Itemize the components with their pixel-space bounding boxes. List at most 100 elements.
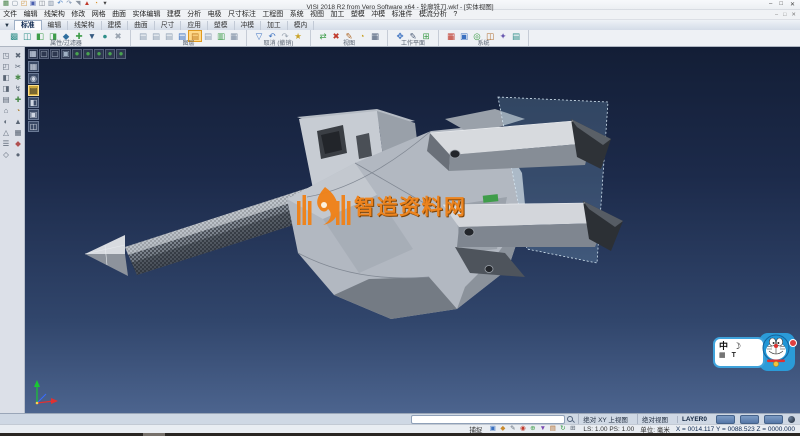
- ime-fullhalf-icon[interactable]: ☽: [733, 341, 741, 351]
- menu-item-系统[interactable]: 系统: [287, 10, 307, 19]
- ribbon-tab-尺寸[interactable]: 尺寸: [155, 21, 182, 31]
- layer-icon[interactable]: ▤: [163, 31, 175, 41]
- ime-mode-indicator[interactable]: 中: [719, 341, 728, 351]
- layer-blue-icon[interactable]: ▤: [176, 31, 188, 41]
- menu-item-曲面[interactable]: 曲面: [109, 10, 129, 19]
- view-top-icon[interactable]: ●: [83, 49, 93, 59]
- palette-list-icon[interactable]: ☰: [1, 139, 12, 149]
- snap-vertex-icon[interactable]: ▼: [538, 425, 547, 433]
- ribbon-tab-应用[interactable]: 应用: [181, 21, 208, 31]
- menu-item-模流分析[interactable]: 模流分析: [416, 10, 450, 19]
- workplane-move-icon[interactable]: ✥: [394, 31, 406, 41]
- recent-icon[interactable]: ◔: [92, 1, 100, 9]
- menu-item-工程图[interactable]: 工程图: [259, 10, 286, 19]
- status-button-3[interactable]: [764, 415, 783, 424]
- snap-intersection-icon[interactable]: ⊕: [528, 425, 537, 433]
- filter-solid-icon[interactable]: ◧: [34, 31, 46, 41]
- layer-green-icon[interactable]: ▥: [215, 31, 227, 41]
- more-icon[interactable]: ▾: [101, 1, 109, 9]
- system-window-icon[interactable]: ◫: [484, 31, 496, 41]
- strip-target-icon[interactable]: ◉: [28, 73, 39, 84]
- filter-grid-icon[interactable]: ▩: [8, 31, 20, 41]
- strip-box-icon[interactable]: ▣: [28, 109, 39, 120]
- menu-item-修改[interactable]: 修改: [68, 10, 88, 19]
- layer-indicator[interactable]: LAYER0: [677, 416, 711, 423]
- palette-up-icon[interactable]: ▲: [13, 117, 24, 127]
- favorite-icon[interactable]: ★: [292, 31, 304, 41]
- palette-dot-icon[interactable]: ●: [13, 150, 24, 160]
- mdi-minimize-button[interactable]: –: [775, 12, 778, 18]
- mdi-close-button[interactable]: ✕: [791, 12, 796, 18]
- menu-item-标准件[interactable]: 标准件: [388, 10, 415, 19]
- palette-mesh-icon[interactable]: ▦: [13, 128, 24, 138]
- menu-item-视图[interactable]: 视图: [307, 10, 327, 19]
- ime-toolbar[interactable]: 中 ☽ ▦ T: [713, 331, 799, 375]
- close-button[interactable]: ✕: [790, 1, 795, 8]
- palette-tri-icon[interactable]: △: [1, 128, 12, 138]
- snap-point-icon[interactable]: ◆: [498, 425, 507, 433]
- filter-planes-icon[interactable]: ◫: [21, 31, 33, 41]
- search-input[interactable]: [411, 415, 565, 424]
- ribbon-tab-线架构[interactable]: 线架构: [68, 21, 101, 31]
- redo-icon[interactable]: ↷: [65, 1, 73, 9]
- grid-view-icon[interactable]: ▦: [369, 31, 381, 41]
- snap-quad-icon[interactable]: ⊞: [568, 425, 577, 433]
- view-blank2-icon[interactable]: ▢: [50, 49, 60, 59]
- filter-add-icon[interactable]: ✚: [73, 31, 85, 41]
- strip-pane-icon[interactable]: ◫: [28, 121, 39, 132]
- palette-shade-icon[interactable]: ◨: [1, 84, 12, 94]
- palette-star-icon[interactable]: ✱: [13, 73, 24, 83]
- system-star-icon[interactable]: ✦: [497, 31, 509, 41]
- filter-point-icon[interactable]: ◆: [60, 31, 72, 41]
- layer-active-icon[interactable]: ▤: [189, 31, 201, 41]
- palette-add-icon[interactable]: ✚: [13, 95, 24, 105]
- strip-grid-icon[interactable]: ▦: [28, 61, 39, 72]
- ribbon-tab-冲模[interactable]: 冲模: [235, 21, 262, 31]
- ribbon-tab-加工[interactable]: 加工: [261, 21, 288, 31]
- viewport-3d[interactable]: ▦▢▢▣●●●●● ▦◉▤◧▣◫: [25, 47, 800, 413]
- palette-diamond-icon[interactable]: ◇: [1, 150, 12, 160]
- ribbon-tab-塑模[interactable]: 塑模: [208, 21, 235, 31]
- filter-surface-icon[interactable]: ◨: [47, 31, 59, 41]
- search-icon[interactable]: [567, 416, 573, 422]
- menu-item-加工[interactable]: 加工: [327, 10, 347, 19]
- print-icon[interactable]: ◫: [38, 1, 46, 9]
- strip-active-icon[interactable]: ▤: [28, 85, 39, 96]
- view-indicator[interactable]: 绝对视图: [637, 414, 672, 424]
- palette-clock-icon[interactable]: ◔: [13, 106, 24, 116]
- menu-item-建模[interactable]: 建模: [164, 10, 184, 19]
- snap-face-icon[interactable]: ▤: [548, 425, 557, 433]
- snap-rotate-icon[interactable]: ↻: [558, 425, 567, 433]
- system-screen-icon[interactable]: ▣: [458, 31, 470, 41]
- system-target-icon[interactable]: ◎: [471, 31, 483, 41]
- mdi-restore-button[interactable]: □: [783, 12, 786, 18]
- undo-icon[interactable]: ↶: [266, 31, 278, 41]
- menu-item-分析[interactable]: 分析: [184, 10, 204, 19]
- ribbon-tab-建模[interactable]: 建模: [102, 21, 129, 31]
- layer-all-icon[interactable]: ▦: [228, 31, 240, 41]
- view-rotate-icon[interactable]: ●: [116, 49, 126, 59]
- layer-icon[interactable]: ▤: [202, 31, 214, 41]
- ribbon-tab-曲面[interactable]: 曲面: [128, 21, 155, 31]
- palette-point-icon[interactable]: ◆: [13, 139, 24, 149]
- menu-item-编辑[interactable]: 编辑: [20, 10, 40, 19]
- ime-skin-icon[interactable]: T: [732, 351, 736, 360]
- status-button-1[interactable]: [716, 415, 735, 424]
- edit-view-icon[interactable]: ✎: [343, 31, 355, 41]
- menu-item-线架构[interactable]: 线架构: [41, 10, 68, 19]
- filter-sphere-icon[interactable]: ●: [99, 31, 111, 41]
- menu-item-文件[interactable]: 文件: [0, 10, 20, 19]
- tabs-dropdown-icon[interactable]: ▼: [0, 23, 14, 30]
- maximize-button[interactable]: □: [779, 1, 783, 8]
- palette-half-icon[interactable]: ◧: [1, 73, 12, 83]
- layer-icon[interactable]: ▤: [137, 31, 149, 41]
- palette-trim-icon[interactable]: ✂: [13, 62, 24, 72]
- palette-home-icon[interactable]: ⌂: [1, 106, 12, 116]
- palette-box-icon[interactable]: ◰: [1, 62, 12, 72]
- status-button-2[interactable]: [740, 415, 759, 424]
- menu-item-电极[interactable]: 电极: [204, 10, 224, 19]
- strip-half-icon[interactable]: ◧: [28, 97, 39, 108]
- workplane-indicator[interactable]: 绝对 XY 上视图: [578, 414, 632, 424]
- close-view-icon[interactable]: ✖: [330, 31, 342, 41]
- print-preview-icon[interactable]: ▥: [47, 1, 55, 9]
